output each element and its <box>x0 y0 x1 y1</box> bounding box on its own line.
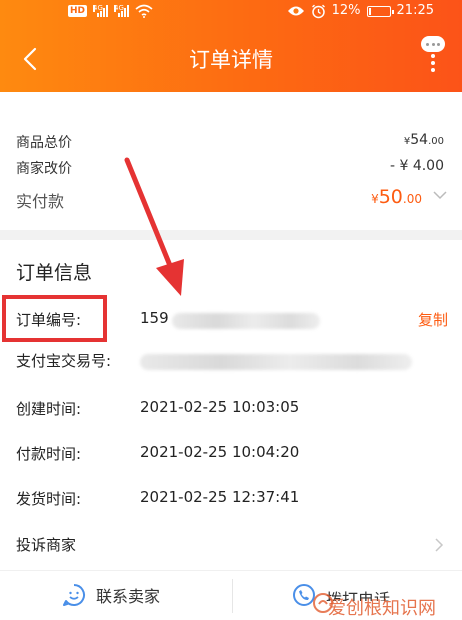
header-bar: HD 4G 4G 12% 21:25 订单详情 <box>0 0 462 92</box>
signal-icon: 4G <box>114 4 130 17</box>
contact-seller-button[interactable]: 联系卖家 <box>62 583 160 607</box>
paid-time-value: 2021-02-25 10:04:20 <box>140 443 300 461</box>
wifi-icon <box>135 4 153 18</box>
chat-smile-icon <box>63 584 85 606</box>
clock: 21:25 <box>396 3 434 18</box>
paid-time-row: 付款时间: 2021-02-25 10:04:20 <box>0 437 462 469</box>
eye-icon <box>287 6 304 16</box>
paid-amount-label: 实付款 <box>16 192 65 211</box>
complaint-row[interactable]: 投诉商家 <box>0 528 462 560</box>
shipped-time-value: 2021-02-25 12:37:41 <box>140 488 300 506</box>
network-indicators: HD 4G 4G <box>68 4 153 18</box>
price-adjust-value: - ¥ 4.00 <box>389 158 444 174</box>
annotation-highlight-box <box>2 295 107 342</box>
status-bar: HD 4G 4G 12% 21:25 <box>0 0 462 24</box>
alipay-trade-label: 支付宝交易号: <box>16 352 112 370</box>
shipped-time-row: 发货时间: 2021-02-25 12:37:41 <box>0 482 462 514</box>
network-type-label: 4G <box>93 4 103 12</box>
section-divider <box>0 230 462 240</box>
hd-badge: HD <box>68 5 88 17</box>
total-price-value: ¥54.00 <box>403 132 444 148</box>
complaint-label: 投诉商家 <box>16 536 77 554</box>
more-menu-button[interactable] <box>418 36 448 76</box>
alipay-trade-row: 支付宝交易号: <box>0 344 462 376</box>
created-time-value: 2021-02-25 10:03:05 <box>140 398 300 416</box>
contact-seller-label: 联系卖家 <box>96 587 161 606</box>
chevron-right-icon <box>435 538 444 552</box>
total-price-label: 商品总价 <box>16 135 72 151</box>
paid-amount-value: ¥50.00 <box>371 186 422 208</box>
order-info-title: 订单信息 <box>16 262 93 284</box>
order-number-value: 159 <box>140 309 169 327</box>
battery-fill <box>368 7 371 15</box>
created-time-row: 创建时间: 2021-02-25 10:03:05 <box>0 392 462 424</box>
bottom-bar-divider <box>232 579 233 613</box>
copy-button[interactable]: 复制 <box>418 309 448 330</box>
alarm-icon <box>311 4 325 18</box>
page-title: 订单详情 <box>189 48 273 72</box>
redacted-alipay-number <box>140 354 412 370</box>
battery-icon <box>366 5 394 17</box>
more-vertical-icon <box>431 54 435 58</box>
message-bubble-icon <box>421 36 445 52</box>
paid-time-label: 付款时间: <box>16 445 82 463</box>
network-type-label: 4G <box>114 4 124 12</box>
signal-icon: 4G <box>93 4 109 17</box>
redacted-order-number <box>172 313 320 329</box>
price-adjust-label: 商家改价 <box>16 161 72 177</box>
price-summary: 商品总价 ¥54.00 商家改价 - ¥ 4.00 实付款 ¥50.00 <box>0 92 462 230</box>
battery-percent: 12% <box>331 3 361 18</box>
order-detail-screen: HD 4G 4G 12% 21:25 订单详情 商品总价 ¥54.00 商家改价… <box>0 0 462 620</box>
status-right: 12% 21:25 <box>287 3 434 19</box>
created-time-label: 创建时间: <box>16 400 82 418</box>
chevron-down-icon[interactable] <box>432 188 448 202</box>
watermark-text: 爱创根知识网 <box>328 598 436 619</box>
shipped-time-label: 发货时间: <box>16 490 82 508</box>
